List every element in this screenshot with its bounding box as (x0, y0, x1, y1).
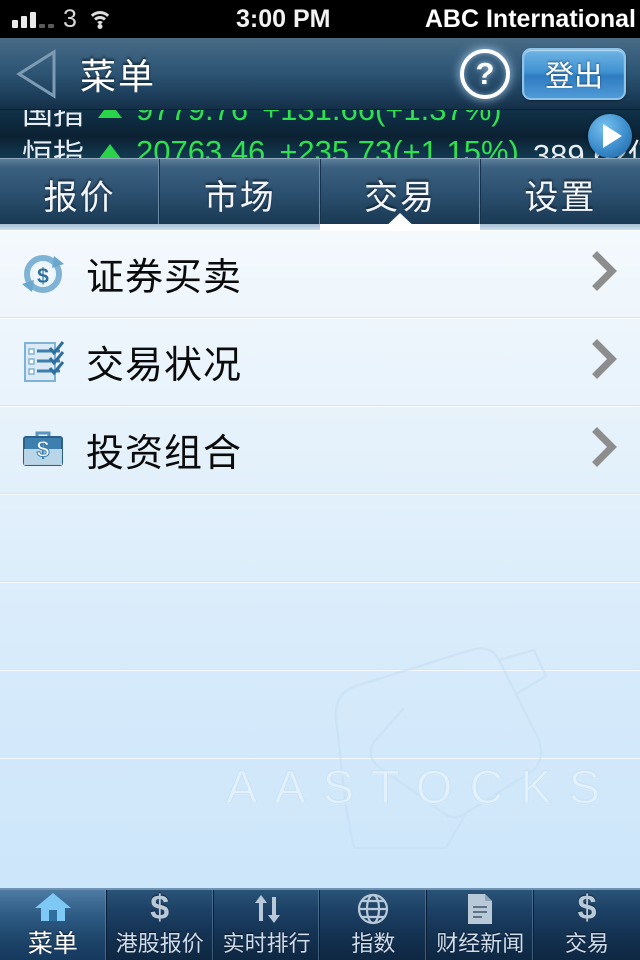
tab-label: 市场 (203, 179, 276, 217)
ticker-change: +235.73(+1.15%) (279, 134, 519, 158)
list-item[interactable]: $ 投资组合 (0, 406, 640, 494)
ticker-value: 9779.76 (136, 110, 248, 128)
empty-row (0, 494, 640, 582)
bottom-tab-menu[interactable]: 菜单 (0, 890, 107, 960)
carrier-label: ABC International (424, 4, 636, 33)
bottom-tab-label: 交易 (565, 930, 610, 956)
bottom-tab-label: 港股报价 (115, 930, 204, 956)
refresh-dollar-icon: $ (14, 251, 72, 297)
page-title: 菜单 (80, 55, 157, 97)
back-chevron-icon[interactable] (0, 38, 72, 110)
empty-row (0, 758, 640, 846)
bottom-tab-trade[interactable]: $ 交易 (534, 890, 640, 960)
tab-settings[interactable]: 设置 (481, 159, 640, 230)
bottom-tab-label: 菜单 (27, 929, 78, 958)
status-bar: 3 3:00 PM ABC International (0, 0, 640, 38)
ticker-value: 20763.46 (136, 134, 266, 158)
tab-label: 设置 (524, 179, 597, 217)
tab-market[interactable]: 市场 (160, 159, 321, 230)
bottom-tab-indices[interactable]: 指数 (320, 890, 428, 960)
wifi-icon (86, 9, 114, 29)
chevron-right-icon (592, 339, 618, 384)
tab-label: 报价 (43, 179, 116, 217)
navigation-bar: 菜单 ? 登出 (0, 38, 640, 110)
empty-row (0, 582, 640, 670)
svg-text:$: $ (37, 436, 50, 462)
play-icon[interactable] (588, 114, 632, 158)
bottom-tab-bar: 菜单 $ 港股报价 实时排行 指数 财经新闻 $ 交易 (0, 888, 640, 960)
network-type-label: 3 (63, 4, 77, 33)
signal-bars-icon (12, 10, 54, 28)
ticker-row[interactable]: 国指 9779.76 +131.66(+1.37%) (0, 110, 640, 131)
tab-quotes[interactable]: 报价 (0, 159, 161, 230)
ticker-name: 恒指 (22, 137, 84, 159)
index-ticker[interactable]: 国指 9779.76 +131.66(+1.37%) 恒指 20763.46 +… (0, 110, 640, 158)
app-root: 3 3:00 PM ABC International 菜单 ? 登出 国指 9… (0, 0, 640, 960)
list-item[interactable]: 交易状况 (0, 318, 640, 406)
bottom-tab-realtime-ranking[interactable]: 实时排行 (214, 890, 321, 960)
list-item-label: 投资组合 (86, 433, 243, 475)
home-icon (33, 891, 73, 923)
tab-label: 交易 (364, 179, 437, 217)
bottom-tab-news[interactable]: 财经新闻 (427, 890, 535, 960)
svg-text:$: $ (37, 265, 49, 288)
help-button[interactable]: ? (454, 43, 516, 105)
globe-icon (357, 893, 389, 925)
list-item-label: 证券买卖 (86, 257, 243, 299)
up-down-arrows-icon (250, 893, 284, 925)
list-item[interactable]: $ 证券买卖 (0, 230, 640, 318)
document-icon (466, 893, 494, 925)
arrow-up-icon (98, 144, 122, 158)
tab-trade[interactable]: 交易 (321, 159, 481, 230)
bottom-tab-hk-quotes[interactable]: $ 港股报价 (107, 890, 214, 960)
dollar-icon: $ (150, 888, 170, 927)
question-mark-icon: ? (460, 48, 510, 99)
empty-row (0, 670, 640, 758)
bottom-tab-label: 实时排行 (222, 930, 311, 956)
menu-list: $ 证券买卖 交易状况 $ 投资组合 AASTOCKS (0, 230, 640, 888)
bottom-tab-label: 指数 (351, 930, 396, 956)
chevron-right-icon (592, 251, 618, 296)
ticker-row[interactable]: 恒指 20763.46 +235.73(+1.15%) 389.62亿 (0, 132, 640, 158)
briefcase-dollar-icon: $ (14, 427, 72, 473)
status-bar-left: 3 (0, 4, 236, 33)
clock-label: 3:00 PM (236, 4, 331, 33)
logout-button[interactable]: 登出 (522, 47, 626, 100)
checklist-icon (14, 339, 72, 385)
dollar-icon: $ (577, 888, 597, 927)
list-item-label: 交易状况 (86, 345, 243, 387)
chevron-right-icon (592, 427, 618, 472)
section-tab-bar: 报价 市场 交易 设置 (0, 158, 640, 230)
bottom-tab-label: 财经新闻 (436, 930, 525, 956)
ticker-change: +131.66(+1.37%) (262, 110, 502, 128)
arrow-up-icon (98, 110, 122, 118)
